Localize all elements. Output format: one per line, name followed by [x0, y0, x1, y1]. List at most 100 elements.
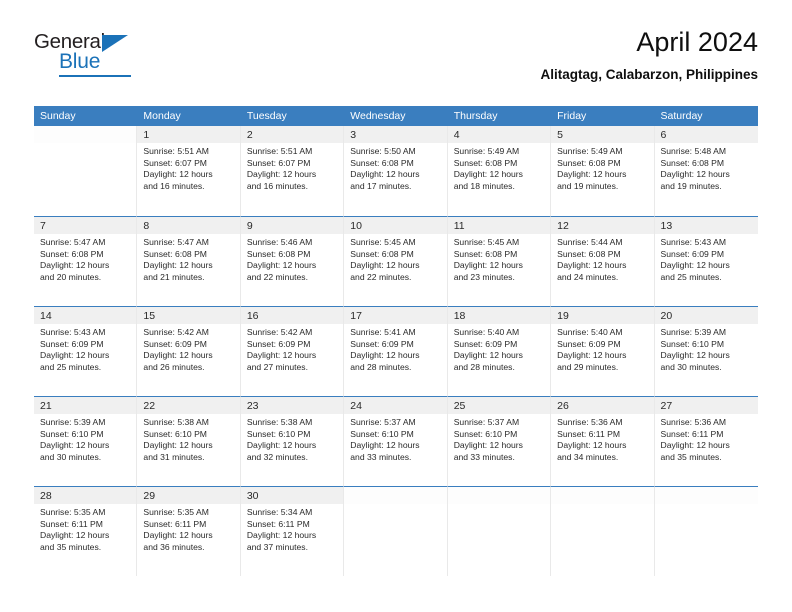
day-number: 20: [654, 307, 758, 324]
day-cell[interactable]: 16 Sunrise: 5:42 AM Sunset: 6:09 PM Dayligh…: [240, 306, 345, 396]
day-details: Sunrise: 5:45 AM Sunset: 6:08 PM Daylight:…: [344, 234, 446, 283]
day-cell[interactable]: 8 Sunrise: 5:47 AM Sunset: 6:08 PM Daylight…: [137, 216, 241, 306]
day-cell[interactable]: 14 Sunrise: 5:43 AM Sunset: 6:09 PM Dayligh…: [34, 306, 138, 396]
day-number: 8: [137, 217, 240, 234]
calendar-cell: 7 Sunrise: 5:47 AM Sunset: 6:08 PM Daylight…: [34, 216, 138, 306]
day-cell[interactable]: 24 Sunrise: 5:37 AM Sunset: 6:10 PM Dayligh…: [344, 396, 448, 486]
day-sunset-text: Sunset: 6:09 PM: [557, 338, 621, 349]
day-daylight-line2-text: and 32 minutes.: [246, 451, 308, 462]
day-sunset-text: Sunset: 6:08 PM: [557, 157, 621, 168]
day-cell[interactable]: 20 Sunrise: 5:39 AM Sunset: 6:10 PM Dayligh…: [654, 306, 758, 396]
day-number: 28: [34, 487, 137, 504]
day-cell-empty: [551, 486, 655, 576]
day-sunrise-text: Sunrise: 5:42 AM: [246, 327, 313, 337]
weekday-header-tuesday: Tuesday: [240, 106, 345, 126]
day-daylight-line1-text: Daylight: 12 hours: [246, 440, 317, 451]
day-daylight-line1-text: Daylight: 12 hours: [143, 260, 213, 271]
day-number: 25: [447, 397, 551, 414]
day-cell[interactable]: 18 Sunrise: 5:40 AM Sunset: 6:09 PM Dayligh…: [447, 306, 552, 396]
calendar-cell: 25 Sunrise: 5:37 AM Sunset: 6:10 PM Dayligh…: [447, 396, 552, 486]
day-cell[interactable]: 15 Sunrise: 5:42 AM Sunset: 6:09 PM Dayligh…: [137, 306, 241, 396]
day-sunset-text: Sunset: 6:10 PM: [143, 428, 207, 439]
day-daylight-line2-text: and 28 minutes.: [453, 361, 515, 372]
day-cell[interactable]: 23 Sunrise: 5:38 AM Sunset: 6:10 PM Dayligh…: [240, 396, 345, 486]
day-sunset-text: Sunset: 6:09 PM: [246, 338, 311, 349]
day-details: Sunrise: 5:44 AM Sunset: 6:08 PM Daylight:…: [551, 234, 653, 283]
calendar-cell: 17 Sunrise: 5:41 AM Sunset: 6:09 PM Dayligh…: [344, 306, 448, 396]
day-cell[interactable]: 21 Sunrise: 5:39 AM Sunset: 6:10 PM Dayligh…: [34, 396, 138, 486]
day-sunrise-text: Sunrise: 5:36 AM: [660, 417, 726, 427]
day-details: Sunrise: 5:34 AM Sunset: 6:11 PM Daylight:…: [241, 504, 343, 553]
calendar-page: General Blue April 2024 Alitagtag, Calab…: [0, 0, 792, 612]
day-daylight-line1-text: Daylight: 12 hours: [40, 260, 110, 271]
day-cell[interactable]: 27 Sunrise: 5:36 AM Sunset: 6:11 PM Dayligh…: [654, 396, 758, 486]
day-number: 12: [551, 217, 654, 234]
calendar-cell: 20 Sunrise: 5:39 AM Sunset: 6:10 PM Dayligh…: [654, 306, 758, 396]
day-daylight-line2-text: and 28 minutes.: [350, 361, 412, 372]
day-daylight-line2-text: and 30 minutes.: [660, 361, 722, 372]
calendar-cell: 12 Sunrise: 5:44 AM Sunset: 6:08 PM Dayligh…: [551, 216, 655, 306]
day-number: 27: [654, 397, 758, 414]
day-sunset-text: Sunset: 6:10 PM: [660, 338, 725, 349]
day-daylight-line2-text: and 23 minutes.: [453, 271, 515, 282]
calendar-cell: 6 Sunrise: 5:48 AM Sunset: 6:08 PM Daylight…: [654, 126, 758, 216]
day-cell[interactable]: 17 Sunrise: 5:41 AM Sunset: 6:09 PM Dayligh…: [344, 306, 448, 396]
day-cell[interactable]: 7 Sunrise: 5:47 AM Sunset: 6:08 PM Daylight…: [34, 216, 138, 306]
day-cell[interactable]: 13 Sunrise: 5:43 AM Sunset: 6:09 PM Dayligh…: [654, 216, 758, 306]
day-number: 9: [240, 217, 344, 234]
day-cell[interactable]: 25 Sunrise: 5:37 AM Sunset: 6:10 PM Dayligh…: [447, 396, 552, 486]
weekday-header-thursday: Thursday: [447, 106, 552, 126]
day-cell[interactable]: 26 Sunrise: 5:36 AM Sunset: 6:11 PM Dayligh…: [551, 396, 655, 486]
day-sunset-text: Sunset: 6:08 PM: [350, 248, 414, 259]
day-cell[interactable]: 9 Sunrise: 5:46 AM Sunset: 6:08 PM Daylight…: [240, 216, 345, 306]
day-details: Sunrise: 5:36 AM Sunset: 6:11 PM Daylight:…: [655, 414, 758, 463]
day-cell[interactable]: 29 Sunrise: 5:35 AM Sunset: 6:11 PM Dayligh…: [137, 486, 241, 576]
day-sunrise-text: Sunrise: 5:38 AM: [143, 417, 209, 427]
day-cell[interactable]: 22 Sunrise: 5:38 AM Sunset: 6:10 PM Dayligh…: [137, 396, 241, 486]
day-sunrise-text: Sunrise: 5:40 AM: [557, 327, 623, 337]
day-cell[interactable]: 6 Sunrise: 5:48 AM Sunset: 6:08 PM Daylight…: [654, 126, 758, 216]
day-daylight-line2-text: and 17 minutes.: [350, 180, 412, 191]
day-number: 16: [240, 307, 344, 324]
day-details: Sunrise: 5:37 AM Sunset: 6:10 PM Daylight:…: [344, 414, 446, 463]
day-cell[interactable]: 19 Sunrise: 5:40 AM Sunset: 6:09 PM Dayligh…: [551, 306, 655, 396]
day-daylight-line1-text: Daylight: 12 hours: [40, 350, 110, 361]
calendar-body: 1 Sunrise: 5:51 AM Sunset: 6:07 PM Daylight…: [34, 126, 758, 576]
calendar-week-row: 1 Sunrise: 5:51 AM Sunset: 6:07 PM Daylight…: [34, 126, 758, 216]
day-cell[interactable]: 1 Sunrise: 5:51 AM Sunset: 6:07 PM Daylight…: [137, 126, 241, 216]
day-details: Sunrise: 5:42 AM Sunset: 6:09 PM Daylight:…: [137, 324, 239, 373]
day-cell-empty: [447, 486, 552, 576]
day-daylight-line1-text: Daylight: 12 hours: [453, 169, 523, 180]
page-subtitle: Alitagtag, Calabarzon, Philippines: [540, 66, 758, 82]
day-sunset-text: Sunset: 6:08 PM: [246, 248, 311, 259]
day-details: Sunrise: 5:40 AM Sunset: 6:09 PM Daylight:…: [448, 324, 550, 373]
day-daylight-line2-text: and 25 minutes.: [660, 271, 722, 282]
calendar-cell: 16 Sunrise: 5:42 AM Sunset: 6:09 PM Dayligh…: [240, 306, 345, 396]
day-cell[interactable]: 11 Sunrise: 5:45 AM Sunset: 6:08 PM Dayligh…: [447, 216, 552, 306]
day-daylight-line1-text: Daylight: 12 hours: [350, 440, 420, 451]
day-sunset-text: Sunset: 6:10 PM: [246, 428, 311, 439]
day-sunrise-text: Sunrise: 5:43 AM: [40, 327, 106, 337]
day-cell[interactable]: 2 Sunrise: 5:51 AM Sunset: 6:07 PM Daylight…: [240, 126, 345, 216]
day-daylight-line1-text: Daylight: 12 hours: [660, 169, 730, 180]
day-cell[interactable]: 12 Sunrise: 5:44 AM Sunset: 6:08 PM Dayligh…: [551, 216, 655, 306]
day-daylight-line2-text: and 18 minutes.: [453, 180, 515, 191]
day-sunrise-text: Sunrise: 5:39 AM: [660, 327, 726, 337]
day-cell[interactable]: 5 Sunrise: 5:49 AM Sunset: 6:08 PM Daylight…: [551, 126, 655, 216]
calendar-header-row: Sunday Monday Tuesday Wednesday Thursday…: [34, 106, 758, 126]
day-daylight-line1-text: Daylight: 12 hours: [660, 260, 730, 271]
day-daylight-line1-text: Daylight: 12 hours: [246, 530, 317, 541]
day-cell[interactable]: 10 Sunrise: 5:45 AM Sunset: 6:08 PM Dayligh…: [344, 216, 448, 306]
day-number: 14: [34, 307, 137, 324]
page-header: General Blue April 2024 Alitagtag, Calab…: [0, 0, 792, 81]
calendar-cell: 9 Sunrise: 5:46 AM Sunset: 6:08 PM Daylight…: [240, 216, 345, 306]
day-cell[interactable]: 28 Sunrise: 5:35 AM Sunset: 6:11 PM Dayligh…: [34, 486, 138, 576]
day-daylight-line1-text: Daylight: 12 hours: [557, 169, 627, 180]
day-sunrise-text: Sunrise: 5:40 AM: [453, 327, 520, 337]
calendar-week-row: 14 Sunrise: 5:43 AM Sunset: 6:09 PM Dayligh…: [34, 306, 758, 396]
day-cell[interactable]: 4 Sunrise: 5:49 AM Sunset: 6:08 PM Daylight…: [447, 126, 552, 216]
day-daylight-line2-text: and 36 minutes.: [143, 541, 205, 552]
day-number: 10: [344, 217, 447, 234]
day-cell[interactable]: 30 Sunrise: 5:34 AM Sunset: 6:11 PM Dayligh…: [240, 486, 345, 576]
day-cell[interactable]: 3 Sunrise: 5:50 AM Sunset: 6:08 PM Daylight…: [344, 126, 448, 216]
